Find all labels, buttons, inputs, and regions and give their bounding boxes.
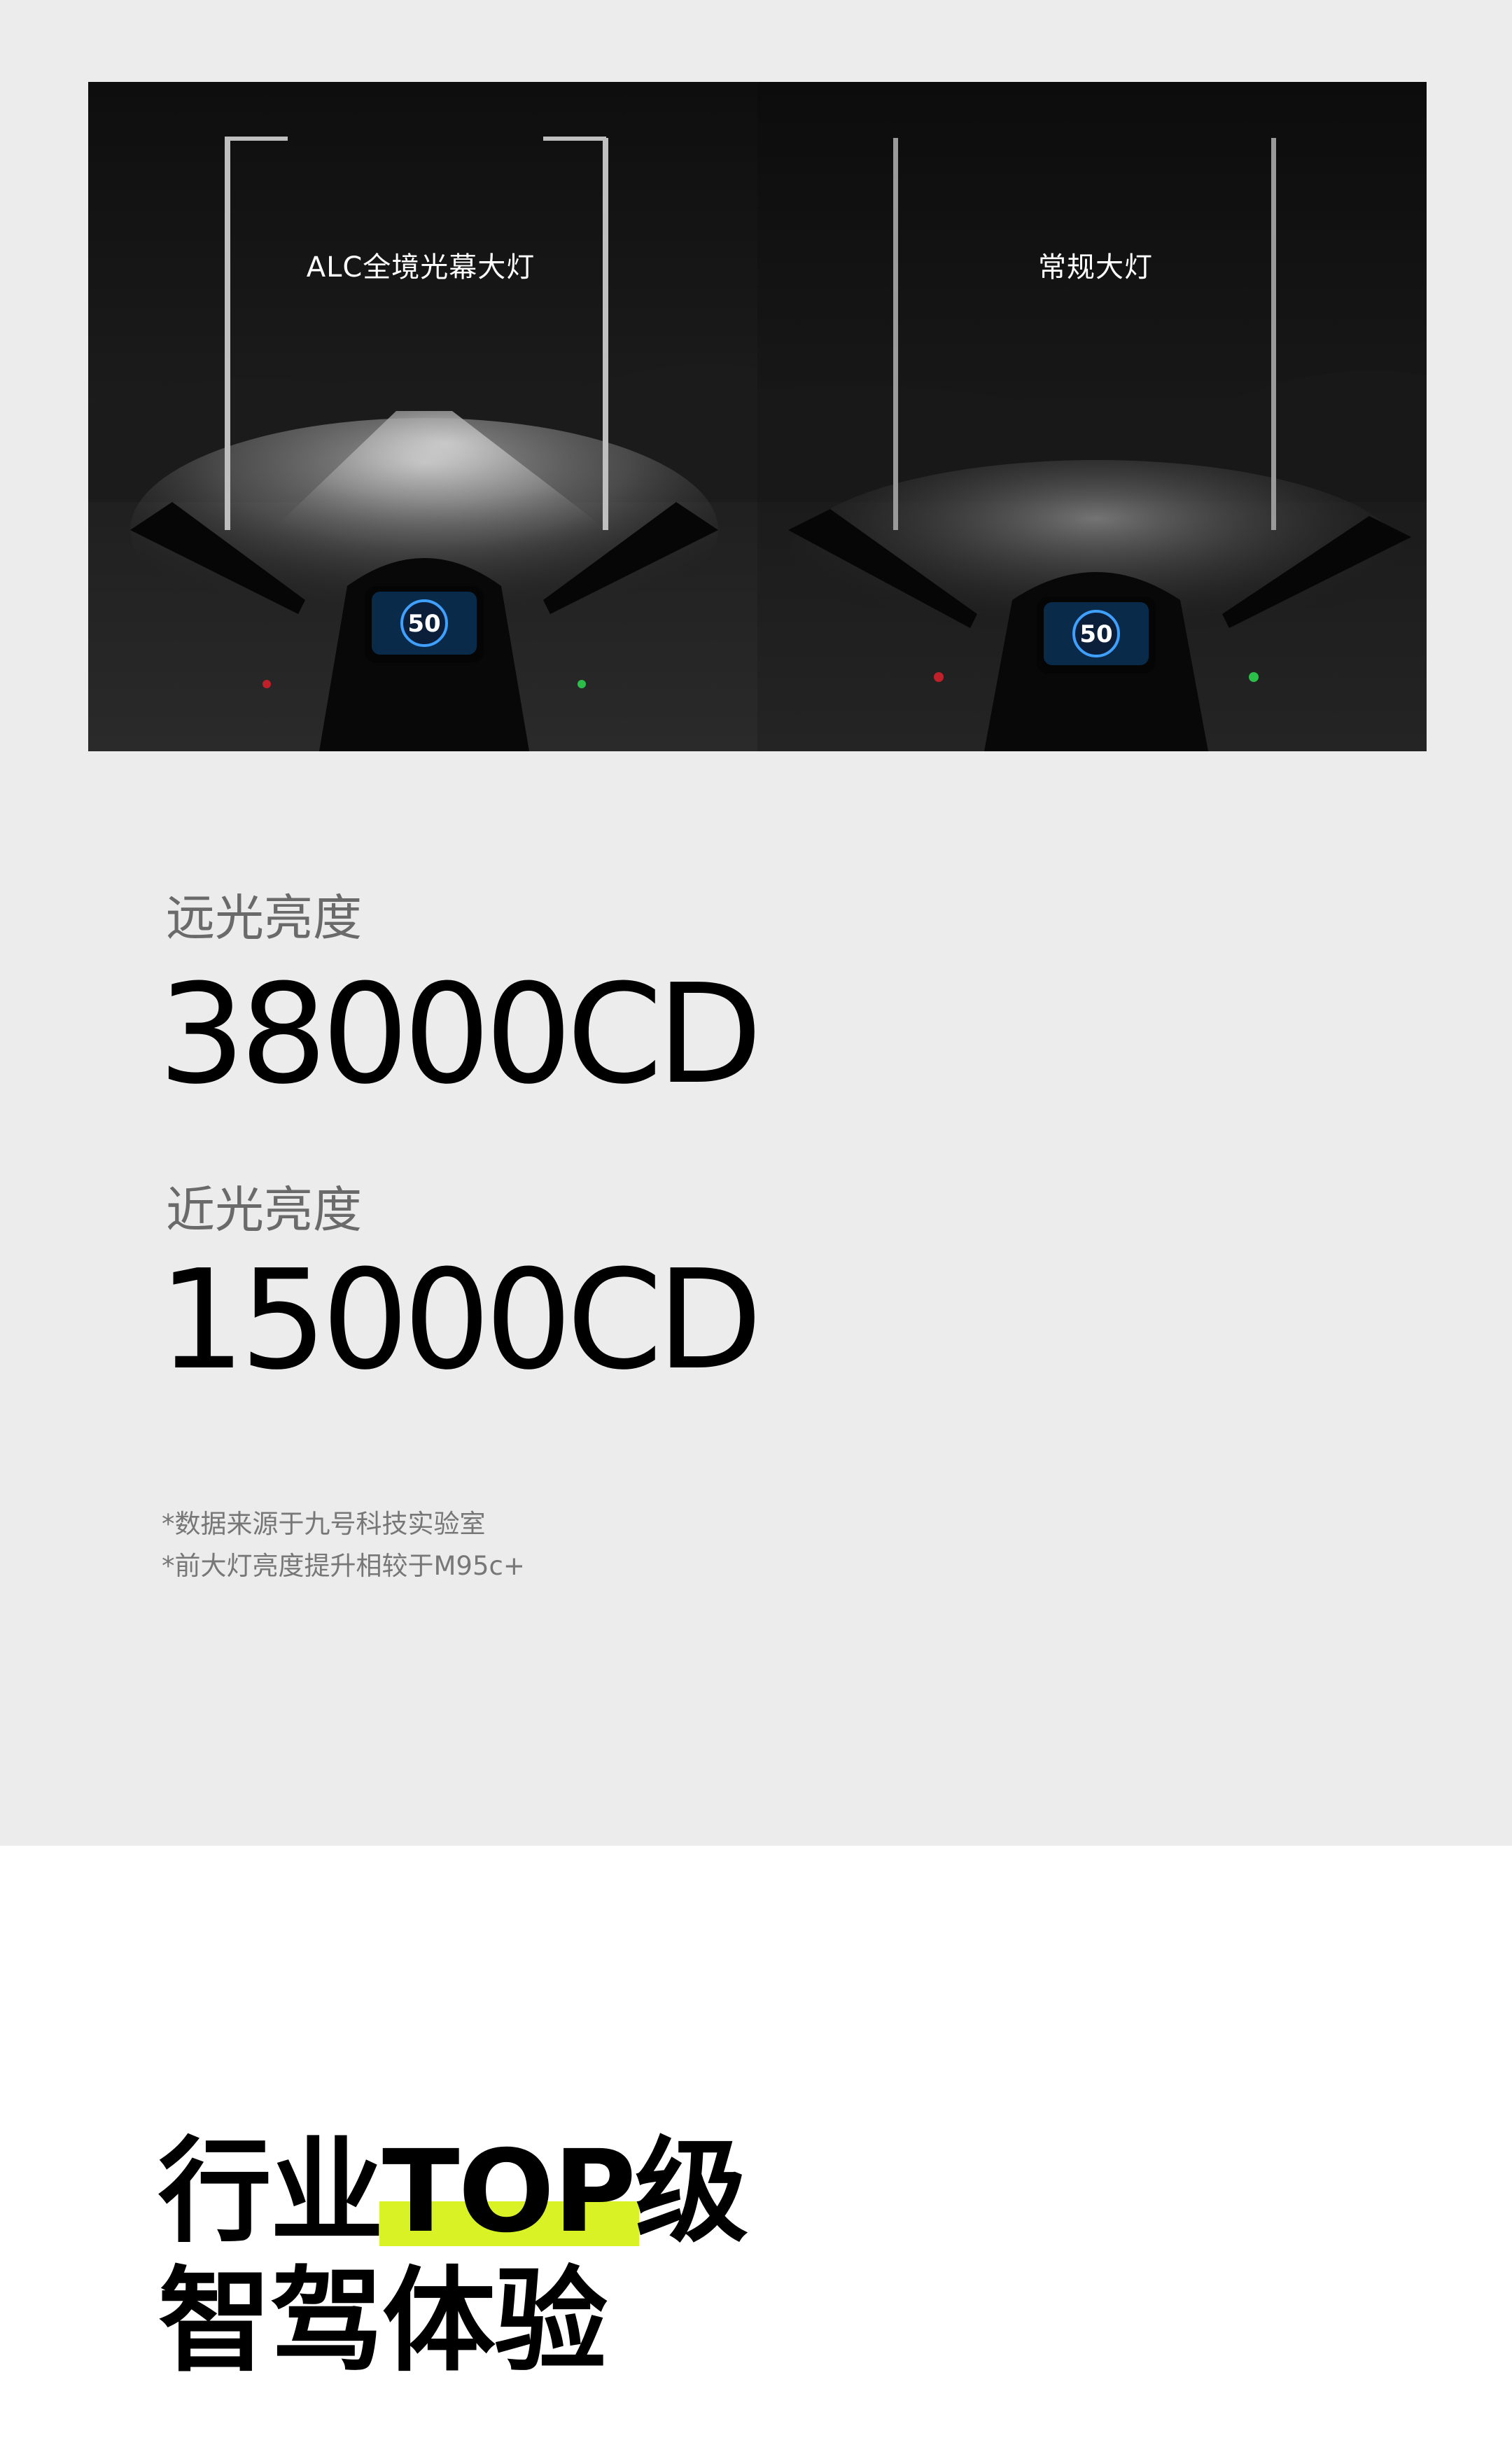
low-beam-value: 15000CD [158,1241,762,1400]
headlight-section: 50 50 ALC全境光幕大灯 常规大灯 远光亮度 38000CD 近光亮度 1… [0,0,1512,1846]
headline-suffix: 级 [634,2126,748,2258]
footnote-data-source: *数据来源于九号科技实验室 [162,1509,486,1539]
low-beam-label: 近光亮度 [166,1181,362,1239]
left-speed-readout: 50 [407,610,440,638]
alc-headlight-label: ALC全境光幕大灯 [306,251,536,284]
night-road-scene: 50 50 [88,82,1427,751]
headline-line-1: 行业TOP级 [158,2126,748,2258]
footnote-comparison-basis: *前大灯亮度提升相较于M95c+ [162,1551,525,1581]
high-beam-value: 38000CD [158,955,762,1115]
headline-line-2: 智驾体验 [158,2256,608,2388]
regular-headlight-label: 常规大灯 [1038,251,1153,284]
right-speed-readout: 50 [1079,620,1112,648]
headlight-comparison-image: 50 50 ALC全境光幕大灯 常规大灯 [88,82,1427,751]
headline-highlight: TOP [379,2126,639,2258]
high-beam-label: 远光亮度 [166,889,362,947]
headline-prefix: 行业 [158,2126,384,2258]
